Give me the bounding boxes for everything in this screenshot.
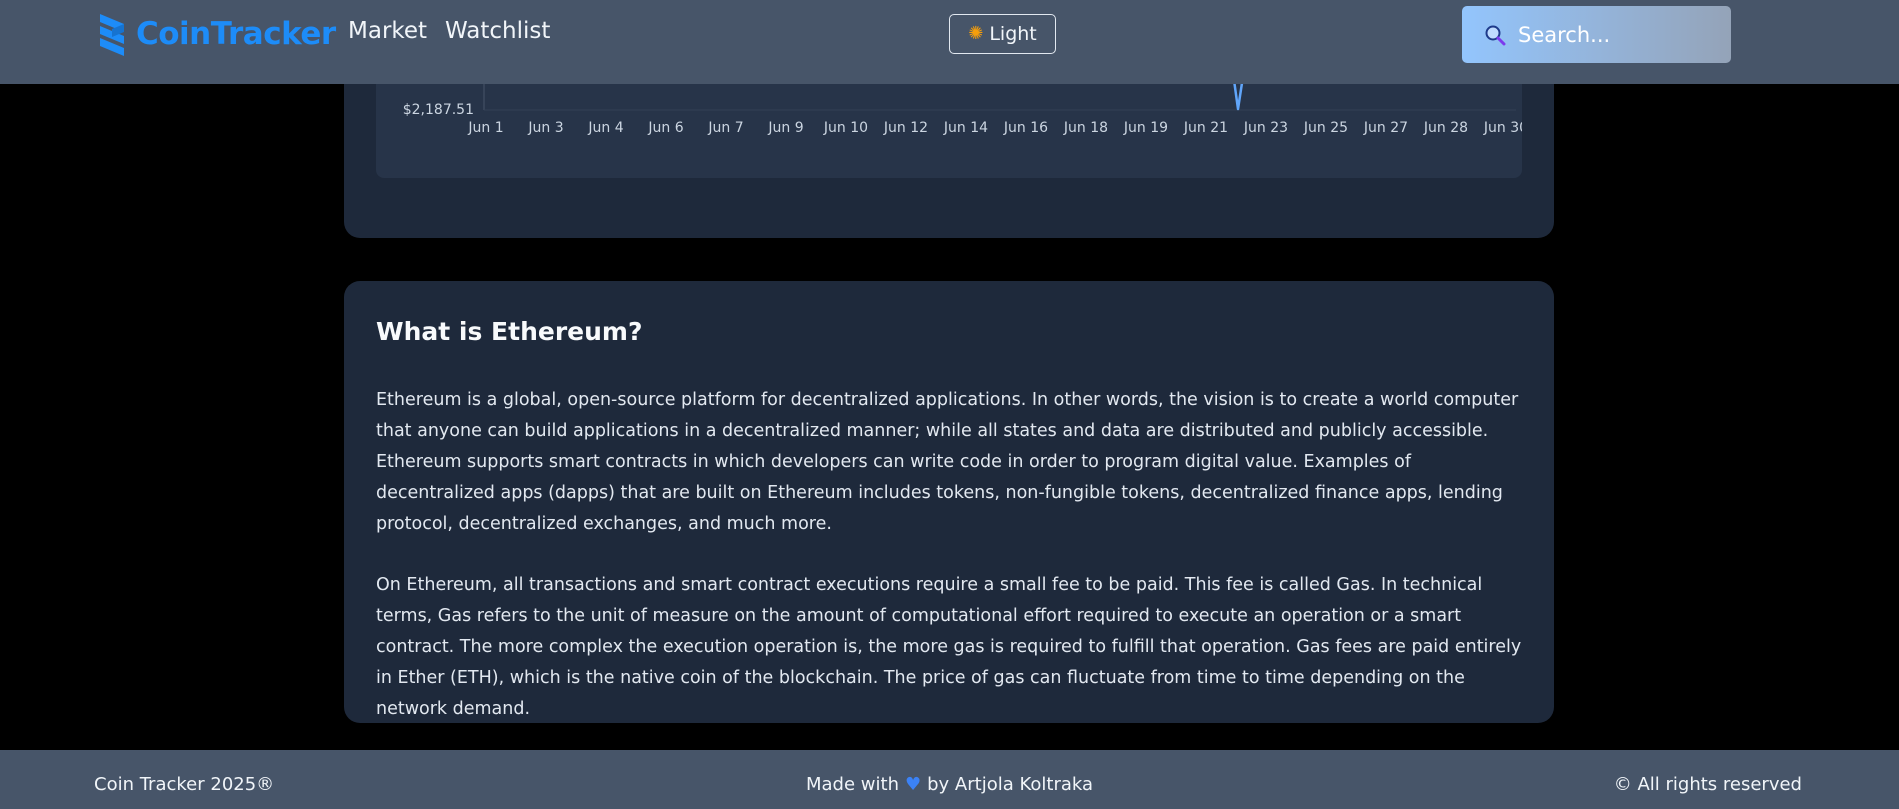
footer-credit-author: by Artjola Koltraka (927, 774, 1094, 795)
x-tick-label: Jun 27 (1363, 120, 1408, 136)
x-tick-label: Jun 25 (1303, 120, 1348, 136)
x-tick-label: Jun 19 (1123, 120, 1168, 136)
x-tick-label: Jun 16 (1003, 120, 1048, 136)
x-tick-label: Jun 7 (707, 120, 743, 136)
x-tick-label: Jun 6 (647, 120, 683, 136)
nav-link-market[interactable]: Market (348, 18, 427, 44)
x-tick-label: Jun 21 (1183, 120, 1228, 136)
theme-toggle-label: Light (989, 23, 1037, 45)
theme-toggle-button[interactable]: ✺ Light (949, 14, 1056, 54)
about-ethereum-card: What is Ethereum? Ethereum is a global, … (344, 281, 1554, 723)
about-title: What is Ethereum? (376, 317, 643, 346)
top-navbar: CoinTracker Market Watchlist ✺ Light (0, 0, 1899, 84)
heart-icon: ♥ (904, 774, 922, 795)
x-tick-label: Jun 10 (823, 120, 868, 136)
footer-rights: © All rights reserved (1613, 774, 1802, 795)
search-input[interactable] (1516, 21, 1706, 48)
x-tick-label: Jun 14 (943, 120, 988, 136)
x-tick-label: Jun 1 (467, 120, 503, 136)
footer-copyright: Coin Tracker 2025® (94, 774, 275, 795)
x-tick-label: Jun 12 (883, 120, 928, 136)
logo-text: CoinTracker (136, 16, 336, 52)
x-tick-label: Jun 18 (1063, 120, 1108, 136)
x-tick-label: Jun 23 (1243, 120, 1288, 136)
footer-credit-prefix: Made with (806, 774, 899, 795)
nav-link-watchlist[interactable]: Watchlist (445, 18, 550, 44)
x-tick-label: Jun 9 (767, 120, 803, 136)
x-tick-label: Jun 4 (587, 120, 623, 136)
x-tick-label: Jun 28 (1423, 120, 1468, 136)
y-tick-label: $2,187.51 (403, 102, 474, 118)
sun-icon: ✺ (968, 23, 984, 44)
search-box[interactable] (1462, 6, 1731, 63)
about-paragraph-1: Ethereum is a global, open-source platfo… (376, 390, 1519, 534)
cointracker-logo[interactable]: CoinTracker (98, 10, 336, 58)
x-tick-label: Jun 30 (1483, 120, 1522, 136)
search-icon (1485, 25, 1506, 45)
footer: Coin Tracker 2025® Made with ♥ by Artjol… (0, 750, 1899, 809)
about-paragraph-2: On Ethereum, all transactions and smart … (376, 575, 1522, 719)
x-tick-label: Jun 3 (527, 120, 563, 136)
logo-icon (100, 14, 124, 56)
footer-credit: Made with ♥ by Artjola Koltraka (806, 774, 1093, 795)
